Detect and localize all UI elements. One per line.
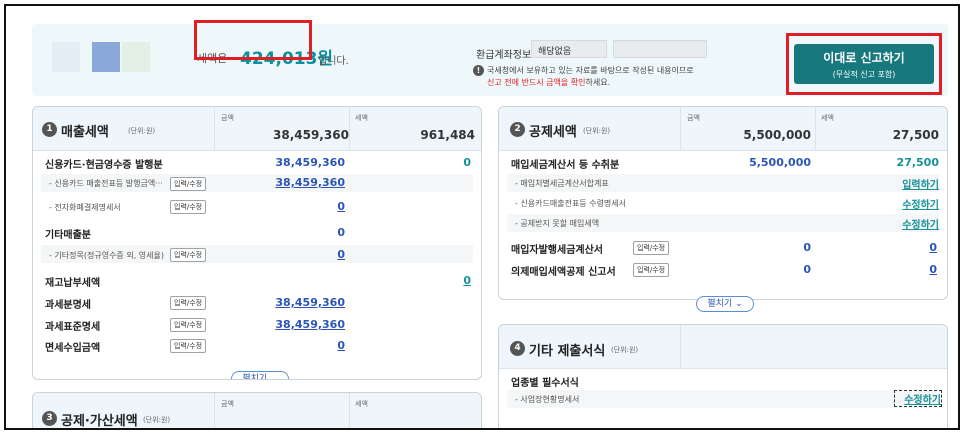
sales-amount-label: 금액 <box>221 114 234 122</box>
non-deductible-edit-link[interactable]: 수정하기 <box>869 216 939 231</box>
other-forms-number-badge: 4 <box>510 341 525 356</box>
ebill-edit-button[interactable]: 입력/수정 <box>170 200 207 214</box>
buyer-invoice-edit-button[interactable]: 입력/수정 <box>633 241 670 255</box>
sales-expand-button[interactable]: 펼치기 ⌄ <box>231 371 289 379</box>
deemed-input-edit-button[interactable]: 입력/수정 <box>633 263 670 277</box>
exempt-income-edit-button[interactable]: 입력/수정 <box>170 339 207 353</box>
sales-tax-label: 세액 <box>355 114 368 122</box>
tax-base-amount-link[interactable]: 38,459,360 <box>255 318 345 331</box>
ebill-label: - 전자화폐결제명세서 <box>49 203 121 212</box>
inventory-tax-label: 재고납부세액 <box>45 278 101 289</box>
buyer-invoice-amount: 0 <box>803 241 811 254</box>
notice-line-1: 국세청에서 보유하고 있는 자료를 바탕으로 작성된 내용이므로 <box>487 66 694 75</box>
other-forms-title: 기타 제출서식 <box>529 344 606 359</box>
deduct-add-unit: (단위:원) <box>143 416 171 424</box>
other-item-amount-link[interactable]: 0 <box>255 248 345 261</box>
purchase-invoice-tax: 27,500 <box>896 156 939 169</box>
industry-forms-label: 업종별 필수서식 <box>511 378 579 389</box>
amount-highlight-box <box>194 20 312 60</box>
card-slip-label: - 신용카드 매출전표등 발행금액··· <box>49 179 163 188</box>
exempt-income-label: 면세수입금액 <box>45 343 101 354</box>
deemed-input-amount: 0 <box>803 263 811 276</box>
page-frame: 세액은 424,013원 입니다. 환급계좌정보 해당없음 ! 국세청에서 보유… <box>4 4 960 430</box>
refund-account-field[interactable]: 해당없음 <box>531 40 607 58</box>
deduction-amount-label: 금액 <box>687 114 700 122</box>
deemed-input-tax-link[interactable]: 0 <box>899 263 937 276</box>
buyer-invoice-tax-link[interactable]: 0 <box>899 241 937 254</box>
other-forms-unit: (단위:원) <box>611 346 639 354</box>
deduct-add-card: 3 공제·가산세액 (단위:원) 금액 세액 <box>32 392 482 429</box>
deduct-add-header: 3 공제·가산세액 (단위:원) 금액 세액 <box>33 393 481 429</box>
sales-unit: (단위:원) <box>128 127 156 135</box>
deduct-add-title: 공제·가산세액 <box>61 414 138 429</box>
notice-line-2: 신고 전에 반드시 금액을 확인하세요. <box>487 77 610 88</box>
info-icon: ! <box>473 65 484 76</box>
tax-base-label: 과세표준명세 <box>45 322 101 333</box>
card-slip-edit-button[interactable]: 입력/수정 <box>170 177 207 191</box>
notice-line-2-rest: 하세요. <box>585 78 611 87</box>
exempt-income-amount-link[interactable]: 0 <box>255 339 345 352</box>
card-receipt-edit-link[interactable]: 수정하기 <box>869 196 939 211</box>
notice-warning: 신고 전에 반드시 금액을 확인 <box>487 78 586 87</box>
submit-report-label: 이대로 신고하기 <box>823 51 905 65</box>
purchase-invoice-amount: 5,500,000 <box>749 156 811 169</box>
deduction-tax-label: 세액 <box>821 114 834 122</box>
deduction-tax-card: 2 공제세액 (단위:원) 금액 5,500,000 세액 27,500 매입세… <box>498 106 948 300</box>
banner-block-1 <box>52 42 80 72</box>
sales-title: 매출세액 <box>61 125 109 140</box>
other-item-label: - 기타정목(정규영수증 외, 영세율) <box>49 251 164 260</box>
deemed-input-label: 의제매입세액공제 신고서 <box>511 267 616 278</box>
card-cash-amount: 38,459,360 <box>275 156 345 169</box>
card-slip-amount-link[interactable]: 38,459,360 <box>255 176 345 189</box>
sales-amount: 38,459,360 <box>273 128 349 142</box>
deduction-unit: (단위:원) <box>583 127 611 135</box>
sales-tax-amount: 961,484 <box>420 128 475 142</box>
deduction-tax-header: 2 공제세액 (단위:원) 금액 5,500,000 세액 27,500 <box>499 107 947 151</box>
taxable-detail-edit-button[interactable]: 입력/수정 <box>170 296 207 310</box>
other-sales-label: 기타매출분 <box>45 230 91 241</box>
other-forms-header: 4 기타 제출서식 (단위:원) <box>499 325 947 369</box>
business-status-edit-link[interactable]: 수정하기 <box>894 390 942 407</box>
ebill-amount-link[interactable]: 0 <box>255 200 345 213</box>
card-cash-tax: 0 <box>463 156 471 169</box>
purchase-summary-input-link[interactable]: 입력하기 <box>869 176 939 191</box>
business-status-label: - 사업장현황명세서 <box>515 395 580 404</box>
sales-tax-header: 1 매출세액 (단위:원) 금액 38,459,360 세액 961,484 <box>33 107 481 151</box>
sales-number-badge: 1 <box>42 122 57 137</box>
taxable-detail-amount-link[interactable]: 38,459,360 <box>255 296 345 309</box>
purchase-invoice-label: 매입세금계산서 등 수취분 <box>511 160 620 171</box>
taxable-detail-label: 과세분명세 <box>45 300 91 311</box>
buyer-invoice-label: 매입자발행세금계산서 <box>511 245 603 256</box>
deduct-add-number-badge: 3 <box>42 411 57 426</box>
other-sales-amount: 0 <box>337 226 345 239</box>
refund-account-detail-field[interactable] <box>613 40 707 58</box>
card-cash-label: 신용카드·현금영수증 발행분 <box>45 160 163 171</box>
deduction-amount: 5,500,000 <box>743 128 811 142</box>
deduct-add-amount-label: 금액 <box>221 400 234 408</box>
deduction-expand-button[interactable]: 펼치기 ⌄ <box>696 296 754 312</box>
banner-block-3 <box>122 42 150 72</box>
submit-report-sublabel: (무실적 신고 포함) <box>832 70 896 79</box>
card-receipt-label: - 신용카드매출전표등 수령명세서 <box>515 199 627 208</box>
refund-account-label: 환급계좌정보 <box>476 50 532 61</box>
deduction-title: 공제세액 <box>529 125 577 140</box>
deduction-number-badge: 2 <box>510 122 525 137</box>
other-forms-card: 4 기타 제출서식 (단위:원) 업종별 필수서식 - 사업장현황명세서 수정하… <box>498 324 948 428</box>
deduction-tax-amount: 27,500 <box>892 128 939 142</box>
sales-tax-card: 1 매출세액 (단위:원) 금액 38,459,360 세액 961,484 신… <box>32 106 482 380</box>
purchase-summary-label: - 매입처별세금계산서합계표 <box>515 179 609 188</box>
banner-block-2 <box>92 42 120 72</box>
other-item-edit-button[interactable]: 입력/수정 <box>170 248 207 262</box>
non-deductible-label: - 공제받지 못할 매입세액 <box>515 219 600 228</box>
inventory-tax-link[interactable]: 0 <box>433 274 471 287</box>
tax-base-edit-button[interactable]: 입력/수정 <box>170 318 207 332</box>
submit-report-button[interactable]: 이대로 신고하기 (무실적 신고 포함) <box>794 44 934 84</box>
banner-text-suffix: 입니다. <box>318 56 349 67</box>
deduct-add-tax-label: 세액 <box>355 400 368 408</box>
